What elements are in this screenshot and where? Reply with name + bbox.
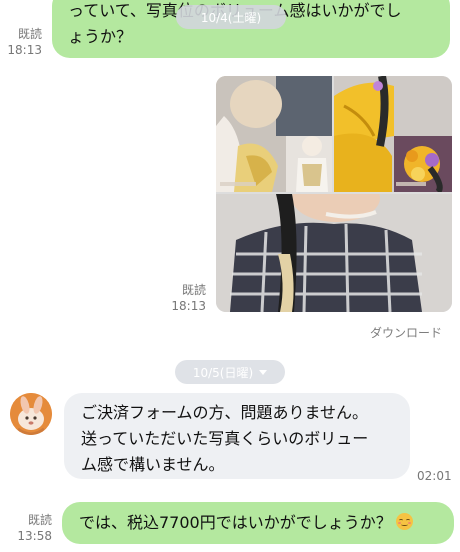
chevron-down-icon — [259, 370, 268, 375]
photo-thumbnail[interactable] — [216, 194, 452, 312]
their-message-bubble[interactable]: ご決済フォームの方、問題ありません。 送っていただいた写真くらいのボリュー ム感… — [64, 393, 410, 479]
message-line: では、税込7700円ではいかがでしょうか？ — [79, 510, 454, 536]
date-label: 10/5(日曜) — [192, 365, 254, 380]
message-time: 02:01 — [417, 469, 452, 483]
avatar-character-icon — [10, 393, 52, 435]
date-divider-pill[interactable]: 10/5(日曜) — [175, 360, 285, 384]
read-receipt: 既読 — [17, 27, 42, 41]
message-line: 送っていただいた写真くらいのボリュー — [81, 429, 369, 448]
photo-thumbnail[interactable] — [334, 76, 452, 192]
photo-collage[interactable] — [216, 76, 452, 312]
message-line: ム感で構いません。 — [81, 455, 225, 474]
message-time: 13:58 — [17, 529, 52, 543]
photo-illustration-icon — [334, 76, 452, 192]
read-receipt: 既読 — [181, 283, 206, 297]
read-receipt: 既読 — [27, 513, 52, 527]
photo-illustration-icon — [216, 76, 332, 192]
message-line: ご決済フォームの方、問題ありません。 — [81, 403, 369, 422]
photo-illustration-icon — [216, 194, 452, 312]
date-label: 10/4(土曜) — [200, 10, 262, 25]
avatar[interactable] — [10, 393, 52, 435]
message-text: では、税込7700円ではいかがでしょうか？ — [79, 513, 392, 532]
message-time: 18:13 — [171, 299, 206, 313]
message-time: 18:13 — [7, 43, 42, 57]
relieved-face-emoji-icon — [395, 513, 413, 530]
my-message-bubble[interactable]: では、税込7700円ではいかがでしょうか？ — [62, 502, 454, 544]
date-divider-pill[interactable]: 10/4(土曜) — [176, 5, 286, 29]
download-link[interactable]: ダウンロード — [370, 324, 442, 341]
photo-thumbnail[interactable] — [216, 76, 332, 192]
